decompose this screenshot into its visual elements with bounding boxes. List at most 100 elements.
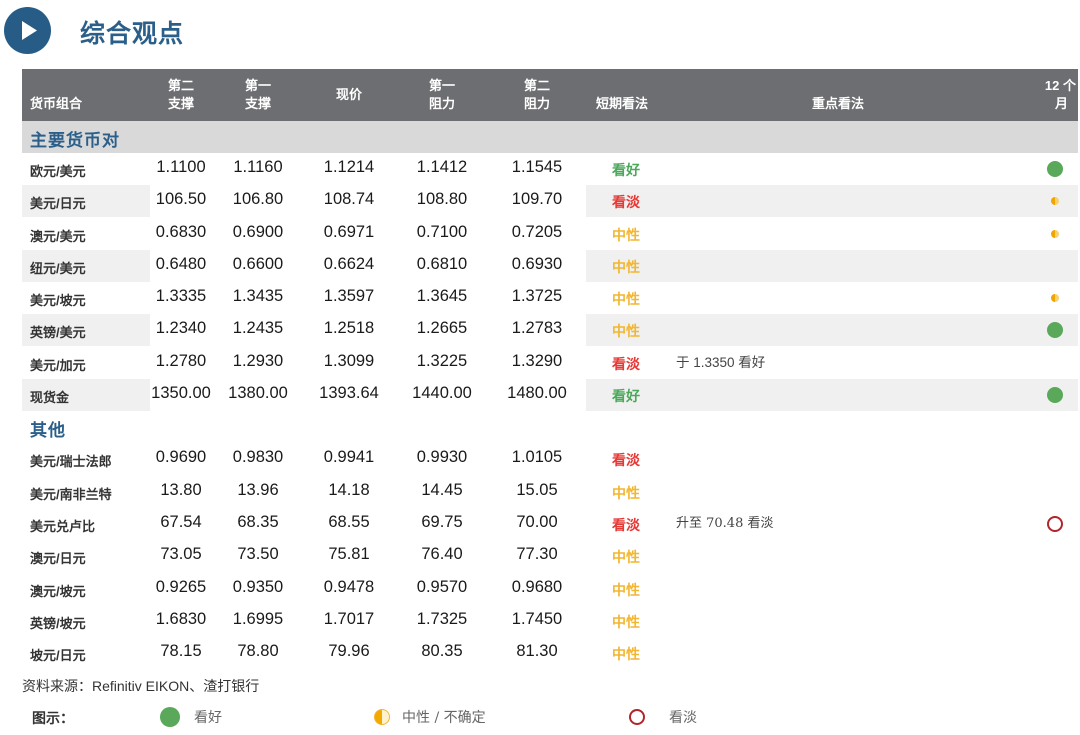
s1-value: 1.1160: [233, 158, 283, 176]
s2-value: 0.9690: [155, 448, 207, 467]
header-first-support: 第一 支撑: [239, 77, 277, 113]
pair-name: 坡元/日元: [30, 648, 86, 664]
r2-value: 1.1545: [511, 158, 563, 176]
pair-name: 澳元/美元: [30, 228, 86, 244]
spot-value: 0.9941: [323, 448, 375, 467]
r1-value: 80.35: [421, 642, 463, 661]
twelve-month-outlook: [1046, 347, 1064, 379]
header-line: 阻力: [523, 96, 550, 111]
short-term-view: 中性: [612, 258, 640, 275]
r2-value: 77.30: [516, 545, 558, 564]
short-term-view: 中性: [612, 646, 640, 663]
r1-value: 1440.00: [412, 384, 472, 403]
row-view-bg: [586, 379, 1078, 412]
spot-value: 79.96: [328, 642, 370, 661]
s2-value: 0.6480: [155, 254, 207, 273]
table-row: 美元/瑞士法郎 0.9690 0.9830 0.9941 0.9930 1.0105 看淡: [22, 443, 1078, 475]
r1-value: 14.45: [421, 480, 463, 499]
r1-value: 1.2665: [416, 319, 468, 338]
r2-value: 1.0105: [511, 448, 563, 467]
short-term-view: 看淡: [612, 516, 640, 533]
s1-value: 1.6995: [232, 609, 284, 628]
table-header: 货币组合 第二 支撑 第一 支撑 现价 第一 阻力 第二 阻力 短期看法 重点看…: [22, 69, 1078, 121]
legend-item-neutral: 中性 / 不确定: [374, 703, 486, 731]
spot-value: 108.74: [323, 190, 375, 209]
row-view-bg: [586, 605, 1078, 637]
r2-value: 109.70: [511, 190, 563, 209]
spot-value: 0.6971: [323, 222, 375, 241]
spot-value: 0.6624: [323, 254, 375, 273]
neutral-half-circle-icon: [1051, 294, 1059, 303]
short-term-view: 中性: [612, 484, 640, 501]
r2-value: 15.05: [516, 480, 558, 499]
pair-name: 英镑/坡元: [30, 615, 86, 631]
s2-value: 67.54: [160, 512, 202, 531]
table-row: 英镑/美元 1.2340 1.2435 1.2518 1.2665 1.2783 中性: [22, 314, 1078, 347]
s1-value: 0.9830: [232, 448, 284, 467]
pair-name: 纽元/美元: [30, 260, 86, 276]
r1-value: 1.1412: [416, 158, 468, 176]
pair-name: 澳元/坡元: [30, 583, 86, 599]
neutral-half-circle-icon: [1051, 229, 1059, 238]
short-term-view: 看好: [612, 162, 640, 178]
pair-name: 现货金: [30, 390, 70, 406]
twelve-month-outlook: [1046, 476, 1064, 508]
short-term-view: 看淡: [612, 194, 640, 211]
table-row: 美元兑卢比 67.54 68.35 68.55 69.75 70.00 看淡 升至 70.48…: [22, 508, 1078, 540]
row-view-bg: [586, 347, 1078, 379]
row-view-bg: [586, 508, 1078, 540]
pair-name: 美元/南非兰特: [30, 486, 112, 502]
row-view-bg: [586, 637, 1078, 669]
pair-name: 美元兑卢比: [30, 518, 96, 534]
short-term-view: 看淡: [612, 452, 640, 469]
r2-value: 0.9680: [511, 577, 563, 596]
table-row: 澳元/坡元 0.9265 0.9350 0.9478 0.9570 0.9680 中性: [22, 573, 1078, 605]
twelve-month-outlook: [1046, 250, 1064, 282]
short-term-view: 看好: [612, 388, 640, 405]
spot-value: 14.18: [328, 480, 370, 499]
s1-value: 1.3435: [232, 287, 284, 306]
s2-value: 0.6830: [155, 222, 207, 241]
bearish-circle-icon: [1047, 515, 1063, 532]
r2-value: 1.3725: [511, 287, 563, 306]
s2-value: 13.80: [160, 480, 202, 499]
header-key-view: 重点看法: [812, 96, 865, 111]
pair-name: 美元/瑞士法郎: [30, 454, 112, 470]
legend-label: 图示：: [32, 710, 74, 726]
twelve-month-outlook: [1046, 379, 1064, 411]
header-line: 月: [1054, 96, 1068, 111]
table-row: 美元/坡元 1.3335 1.3435 1.3597 1.3645 1.3725 中性: [22, 282, 1078, 314]
twelve-month-outlook: [1046, 185, 1064, 217]
twelve-month-outlook: [1046, 540, 1064, 572]
twelve-month-outlook: [1046, 605, 1064, 637]
bearish-circle-icon: [629, 709, 645, 725]
header-pair: 货币组合: [30, 96, 83, 111]
short-term-view: 中性: [612, 549, 640, 566]
row-view-bg: [586, 314, 1078, 347]
section-header: 主要货币对: [22, 121, 1078, 153]
table-row: 美元/日元 106.50 106.80 108.74 108.80 109.70 看淡: [22, 185, 1078, 218]
r1-value: 0.9930: [416, 448, 468, 467]
fx-outlook-table: 货币组合 第二 支撑 第一 支撑 现价 第一 阻力 第二 阻力 短期看法 重点看…: [22, 69, 1078, 669]
short-term-view: 中性: [612, 581, 640, 598]
r1-value: 69.75: [421, 512, 463, 531]
r1-value: 108.80: [416, 190, 468, 209]
row-view-bg: [586, 282, 1078, 314]
twelve-month-outlook: [1046, 637, 1064, 669]
s1-value: 13.96: [237, 480, 279, 499]
row-view-bg: [586, 153, 1078, 185]
bullish-circle-icon: [160, 707, 180, 727]
r2-value: 1480.00: [507, 384, 567, 403]
table-row: 美元/加元 1.2780 1.2930 1.3099 1.3225 1.3290 看淡 于 1…: [22, 347, 1078, 379]
pair-name: 美元/加元: [30, 357, 86, 373]
header-line: 12 个: [1044, 78, 1076, 93]
r2-value: 70.00: [516, 512, 558, 531]
r2-value: 0.6930: [511, 254, 563, 273]
table-row: 纽元/美元 0.6480 0.6600 0.6624 0.6810 0.6930 中性: [22, 249, 1078, 282]
spot-value: 1.3597: [323, 287, 375, 306]
twelve-month-outlook: [1046, 443, 1064, 475]
table-row: 现货金 1350.00 1380.00 1393.64 1440.00 1480.00 看好: [22, 379, 1078, 412]
row-view-bg: [586, 540, 1078, 572]
s1-value: 1380.00: [228, 384, 288, 403]
table-row: 澳元/美元 0.6830 0.6900 0.6971 0.7100 0.7205 中性: [22, 218, 1078, 250]
